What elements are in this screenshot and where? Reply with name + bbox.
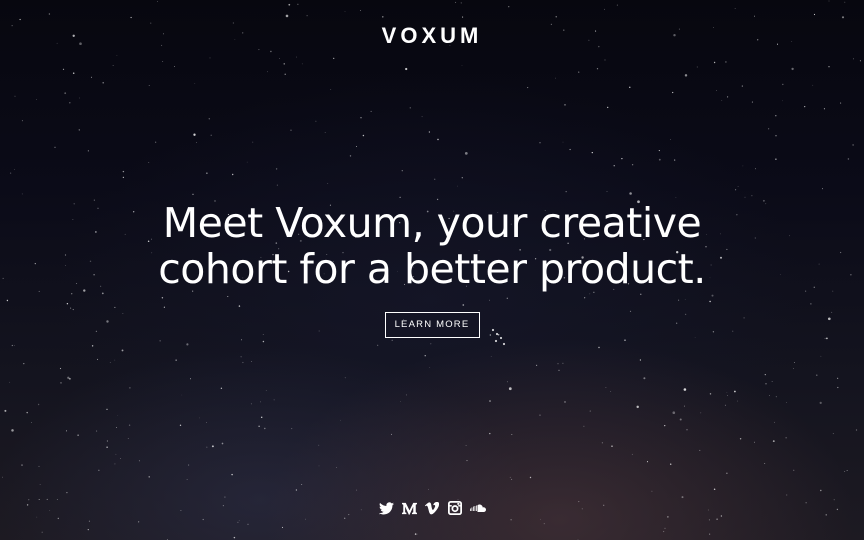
vimeo-link[interactable] [424, 500, 440, 516]
hero-headline: Meet Voxum, your creative cohort for a b… [0, 200, 864, 292]
vimeo-icon [425, 501, 439, 514]
medium-icon [401, 502, 417, 515]
instagram-link[interactable] [447, 500, 463, 516]
headline-line-1: Meet Voxum, your creative [162, 199, 702, 247]
brand-logo[interactable]: VOXUM [0, 22, 864, 50]
learn-more-button[interactable]: LEARN MORE [384, 312, 480, 338]
social-links [0, 500, 864, 516]
instagram-icon [448, 501, 462, 515]
twitter-link[interactable] [378, 500, 394, 516]
twitter-icon [378, 501, 394, 514]
hero-section: Meet Voxum, your creative cohort for a b… [0, 200, 864, 338]
soundcloud-icon [470, 504, 486, 512]
medium-link[interactable] [401, 500, 417, 516]
headline-line-2: cohort for a better product. [158, 245, 706, 293]
soundcloud-link[interactable] [470, 500, 486, 516]
